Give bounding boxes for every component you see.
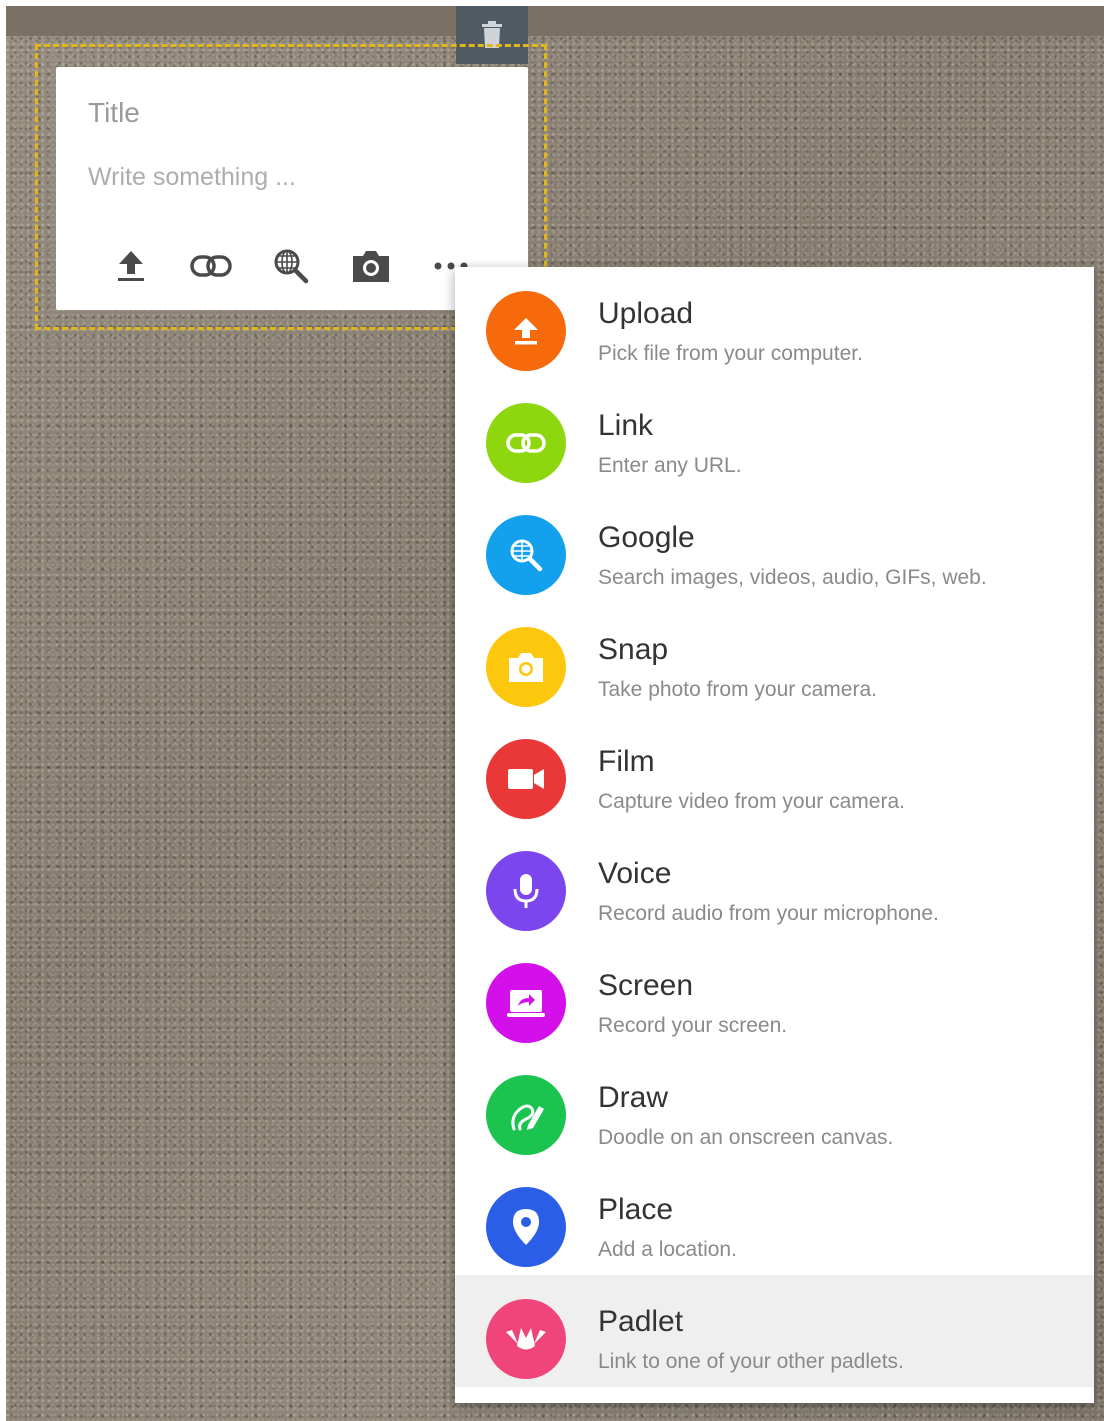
upload-icon [118,251,144,281]
menu-item-padlet[interactable]: Padlet Link to one of your other padlets… [455,1275,1094,1387]
upload-icon [486,291,566,371]
menu-item-description: Record audio from your microphone. [598,902,939,925]
toolbar-link-button[interactable] [186,241,236,291]
toolbar-google-button[interactable] [266,241,316,291]
toolbar-upload-button[interactable] [106,241,156,291]
menu-item-label: Draw [598,1081,669,1114]
attachment-menu: Upload Pick file from your computer. Lin… [455,267,1094,1403]
google-search-icon [486,515,566,595]
menu-item-label: Link [598,409,654,442]
post-body-input[interactable]: Write something ... [88,163,296,192]
menu-item-label: Snap [598,633,669,666]
post-title-input[interactable]: Title [88,97,140,129]
camera-icon [486,627,566,707]
menu-item-film[interactable]: Film Capture video from your camera. [455,715,1094,827]
padlet-logo-icon [486,1299,566,1379]
menu-item-description: Take photo from your camera. [598,678,877,701]
menu-item-description: Capture video from your camera. [598,790,905,813]
menu-item-label: Padlet [598,1305,684,1338]
menu-item-snap[interactable]: Snap Take photo from your camera. [455,603,1094,715]
menu-item-screen[interactable]: Screen Record your screen. [455,939,1094,1051]
draw-pen-icon [486,1075,566,1155]
menu-item-description: Record your screen. [598,1014,788,1037]
attachment-toolbar [106,241,476,291]
menu-item-draw[interactable]: Draw Doodle on an onscreen canvas. [455,1051,1094,1163]
link-icon [190,255,232,277]
menu-item-description: Search images, videos, audio, GIFs, web. [598,566,987,589]
screen-record-icon [486,963,566,1043]
menu-item-label: Screen [598,969,694,1002]
video-camera-icon [486,739,566,819]
menu-item-upload[interactable]: Upload Pick file from your computer. [455,267,1094,379]
menu-item-label: Google [598,521,695,554]
menu-item-label: Voice [598,857,672,890]
menu-item-description: Doodle on an onscreen canvas. [598,1126,894,1149]
camera-icon [353,251,389,282]
menu-item-label: Place [598,1193,674,1226]
menu-item-label: Film [598,745,655,778]
menu-item-description: Enter any URL. [598,454,742,477]
link-icon [486,403,566,483]
top-band [6,6,1104,36]
menu-item-google[interactable]: Google Search images, videos, audio, GIF… [455,491,1094,603]
microphone-icon [486,851,566,931]
menu-item-link[interactable]: Link Enter any URL. [455,379,1094,491]
menu-item-description: Pick file from your computer. [598,342,863,365]
toolbar-camera-button[interactable] [346,241,396,291]
menu-item-voice[interactable]: Voice Record audio from your microphone. [455,827,1094,939]
menu-item-description: Link to one of your other padlets. [598,1350,904,1373]
menu-item-description: Add a location. [598,1238,737,1261]
menu-item-label: Upload [598,297,694,330]
menu-item-place[interactable]: Place Add a location. [455,1163,1094,1275]
location-pin-icon [486,1187,566,1267]
google-search-icon [274,249,309,284]
